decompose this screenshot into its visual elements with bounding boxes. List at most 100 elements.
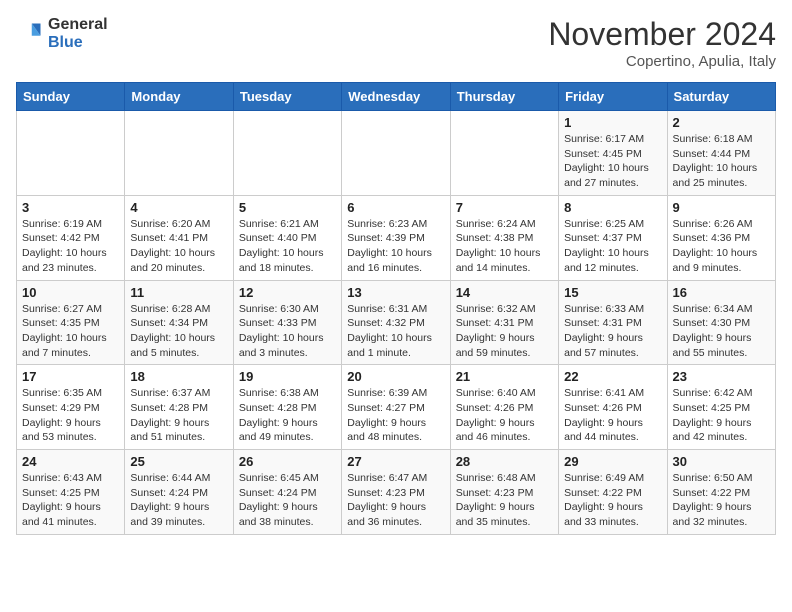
day-info: Sunrise: 6:30 AM Sunset: 4:33 PM Dayligh…	[239, 302, 336, 361]
day-number: 18	[130, 369, 227, 384]
calendar-cell: 24 Sunrise: 6:43 AM Sunset: 4:25 PM Dayli…	[17, 450, 125, 535]
day-info: Sunrise: 6:37 AM Sunset: 4:28 PM Dayligh…	[130, 386, 227, 445]
calendar-cell: 10Sunrise: 6:27 AM Sunset: 4:35 PM Dayli…	[17, 280, 125, 365]
calendar-cell	[17, 111, 125, 196]
day-info: Sunrise: 6:35 AM Sunset: 4:29 PM Dayligh…	[22, 386, 119, 445]
day-info: Sunrise: 6:17 AM Sunset: 4:45 PM Dayligh…	[564, 132, 661, 191]
calendar-cell: 27 Sunrise: 6:47 AM Sunset: 4:23 PM Dayli…	[342, 450, 450, 535]
day-number: 30	[673, 454, 770, 469]
calendar-cell: 16 Sunrise: 6:34 AM Sunset: 4:30 PM Dayli…	[667, 280, 775, 365]
day-info: Sunrise: 6:48 AM Sunset: 4:23 PM Dayligh…	[456, 471, 553, 530]
day-number: 1	[564, 115, 661, 130]
day-number: 13	[347, 285, 444, 300]
header: General Blue November 2024 Copertino, Ap…	[16, 16, 776, 70]
day-number: 14	[456, 285, 553, 300]
calendar-cell: 22 Sunrise: 6:41 AM Sunset: 4:26 PM Dayli…	[559, 365, 667, 450]
calendar-cell: 2Sunrise: 6:18 AM Sunset: 4:44 PM Daylig…	[667, 111, 775, 196]
logo-general-text: General	[48, 16, 108, 34]
day-info: Sunrise: 6:26 AM Sunset: 4:36 PM Dayligh…	[673, 217, 770, 276]
day-info: Sunrise: 6:43 AM Sunset: 4:25 PM Dayligh…	[22, 471, 119, 530]
calendar-cell: 9Sunrise: 6:26 AM Sunset: 4:36 PM Daylig…	[667, 195, 775, 280]
day-info: Sunrise: 6:18 AM Sunset: 4:44 PM Dayligh…	[673, 132, 770, 191]
day-number: 17	[22, 369, 119, 384]
day-number: 28	[456, 454, 553, 469]
day-number: 26	[239, 454, 336, 469]
calendar-cell: 6 Sunrise: 6:23 AM Sunset: 4:39 PM Daylig…	[342, 195, 450, 280]
day-number: 27	[347, 454, 444, 469]
calendar-cell: 26 Sunrise: 6:45 AM Sunset: 4:24 PM Dayli…	[233, 450, 341, 535]
day-number: 25	[130, 454, 227, 469]
calendar-cell: 8Sunrise: 6:25 AM Sunset: 4:37 PM Daylig…	[559, 195, 667, 280]
calendar-cell: 19Sunrise: 6:38 AM Sunset: 4:28 PM Dayli…	[233, 365, 341, 450]
calendar-cell: 5 Sunrise: 6:21 AM Sunset: 4:40 PM Daylig…	[233, 195, 341, 280]
calendar-cell: 14 Sunrise: 6:32 AM Sunset: 4:31 PM Dayli…	[450, 280, 558, 365]
day-number: 22	[564, 369, 661, 384]
day-number: 8	[564, 200, 661, 215]
day-header-wednesday: Wednesday	[342, 83, 450, 111]
day-info: Sunrise: 6:21 AM Sunset: 4:40 PM Dayligh…	[239, 217, 336, 276]
day-info: Sunrise: 6:20 AM Sunset: 4:41 PM Dayligh…	[130, 217, 227, 276]
day-number: 24	[22, 454, 119, 469]
calendar-cell: 17 Sunrise: 6:35 AM Sunset: 4:29 PM Dayli…	[17, 365, 125, 450]
day-header-tuesday: Tuesday	[233, 83, 341, 111]
day-info: Sunrise: 6:19 AM Sunset: 4:42 PM Dayligh…	[22, 217, 119, 276]
day-number: 4	[130, 200, 227, 215]
title-area: November 2024 Copertino, Apulia, Italy	[548, 16, 776, 70]
calendar-cell: 23Sunrise: 6:42 AM Sunset: 4:25 PM Dayli…	[667, 365, 775, 450]
logo: General Blue	[16, 16, 108, 51]
calendar-cell: 15Sunrise: 6:33 AM Sunset: 4:31 PM Dayli…	[559, 280, 667, 365]
logo-text: General Blue	[48, 16, 108, 51]
day-info: Sunrise: 6:50 AM Sunset: 4:22 PM Dayligh…	[673, 471, 770, 530]
day-header-sunday: Sunday	[17, 83, 125, 111]
day-info: Sunrise: 6:31 AM Sunset: 4:32 PM Dayligh…	[347, 302, 444, 361]
calendar-cell: 12 Sunrise: 6:30 AM Sunset: 4:33 PM Dayli…	[233, 280, 341, 365]
day-header-friday: Friday	[559, 83, 667, 111]
day-number: 16	[673, 285, 770, 300]
day-number: 15	[564, 285, 661, 300]
week-row-2: 3Sunrise: 6:19 AM Sunset: 4:42 PM Daylig…	[17, 195, 776, 280]
calendar-cell	[342, 111, 450, 196]
day-number: 11	[130, 285, 227, 300]
calendar-cell: 20Sunrise: 6:39 AM Sunset: 4:27 PM Dayli…	[342, 365, 450, 450]
calendar-cell	[125, 111, 233, 196]
day-info: Sunrise: 6:23 AM Sunset: 4:39 PM Dayligh…	[347, 217, 444, 276]
day-info: Sunrise: 6:32 AM Sunset: 4:31 PM Dayligh…	[456, 302, 553, 361]
calendar-cell: 1 Sunrise: 6:17 AM Sunset: 4:45 PM Daylig…	[559, 111, 667, 196]
location-title: Copertino, Apulia, Italy	[548, 53, 776, 70]
day-info: Sunrise: 6:34 AM Sunset: 4:30 PM Dayligh…	[673, 302, 770, 361]
day-number: 23	[673, 369, 770, 384]
week-row-5: 24 Sunrise: 6:43 AM Sunset: 4:25 PM Dayli…	[17, 450, 776, 535]
calendar-cell	[450, 111, 558, 196]
day-info: Sunrise: 6:27 AM Sunset: 4:35 PM Dayligh…	[22, 302, 119, 361]
day-header-saturday: Saturday	[667, 83, 775, 111]
day-headers-row: SundayMondayTuesdayWednesdayThursdayFrid…	[17, 83, 776, 111]
day-info: Sunrise: 6:44 AM Sunset: 4:24 PM Dayligh…	[130, 471, 227, 530]
calendar-table: SundayMondayTuesdayWednesdayThursdayFrid…	[16, 82, 776, 535]
calendar-cell: 13 Sunrise: 6:31 AM Sunset: 4:32 PM Dayli…	[342, 280, 450, 365]
day-info: Sunrise: 6:47 AM Sunset: 4:23 PM Dayligh…	[347, 471, 444, 530]
week-row-3: 10Sunrise: 6:27 AM Sunset: 4:35 PM Dayli…	[17, 280, 776, 365]
day-number: 12	[239, 285, 336, 300]
calendar-cell: 4 Sunrise: 6:20 AM Sunset: 4:41 PM Daylig…	[125, 195, 233, 280]
calendar-cell: 7Sunrise: 6:24 AM Sunset: 4:38 PM Daylig…	[450, 195, 558, 280]
day-number: 20	[347, 369, 444, 384]
logo-blue-text: Blue	[48, 34, 108, 52]
calendar-cell: 25 Sunrise: 6:44 AM Sunset: 4:24 PM Dayli…	[125, 450, 233, 535]
month-title: November 2024	[548, 16, 776, 53]
day-info: Sunrise: 6:38 AM Sunset: 4:28 PM Dayligh…	[239, 386, 336, 445]
calendar-cell: 29 Sunrise: 6:49 AM Sunset: 4:22 PM Dayli…	[559, 450, 667, 535]
day-number: 5	[239, 200, 336, 215]
logo-icon	[16, 20, 44, 48]
day-number: 6	[347, 200, 444, 215]
day-number: 29	[564, 454, 661, 469]
calendar-cell: 18 Sunrise: 6:37 AM Sunset: 4:28 PM Dayli…	[125, 365, 233, 450]
day-header-thursday: Thursday	[450, 83, 558, 111]
day-header-monday: Monday	[125, 83, 233, 111]
day-number: 7	[456, 200, 553, 215]
day-info: Sunrise: 6:49 AM Sunset: 4:22 PM Dayligh…	[564, 471, 661, 530]
week-row-1: 1 Sunrise: 6:17 AM Sunset: 4:45 PM Daylig…	[17, 111, 776, 196]
day-info: Sunrise: 6:41 AM Sunset: 4:26 PM Dayligh…	[564, 386, 661, 445]
day-info: Sunrise: 6:45 AM Sunset: 4:24 PM Dayligh…	[239, 471, 336, 530]
calendar-cell: 3Sunrise: 6:19 AM Sunset: 4:42 PM Daylig…	[17, 195, 125, 280]
day-info: Sunrise: 6:28 AM Sunset: 4:34 PM Dayligh…	[130, 302, 227, 361]
